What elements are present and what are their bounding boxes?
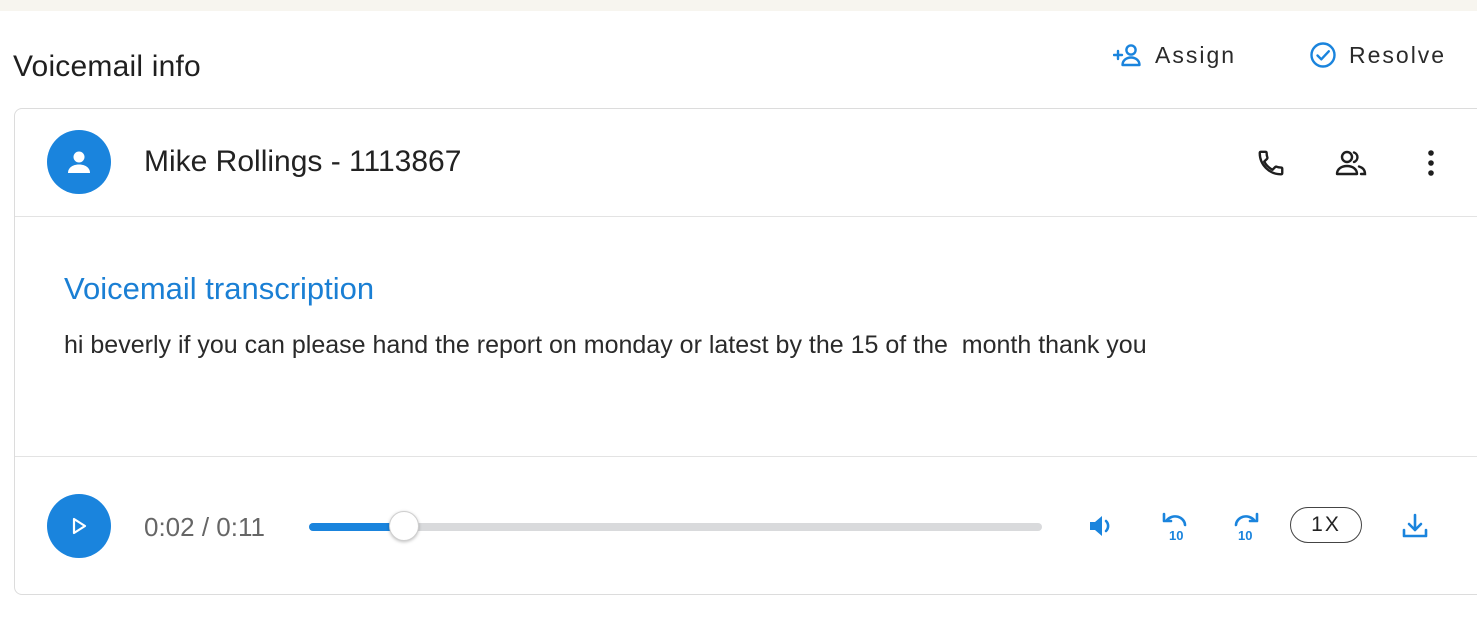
rewind-10-icon: 10 (1162, 512, 1187, 542)
resolve-button[interactable]: Resolve (1309, 38, 1446, 72)
playback-time: 0:02 / 0:11 (144, 512, 265, 542)
transcription-text: hi beverly if you can please hand the re… (64, 331, 1147, 359)
progress-track[interactable] (309, 511, 1042, 541)
transcription-title: Voicemail transcription (64, 271, 375, 306)
forward-10-button[interactable]: 10 (1229, 509, 1263, 543)
more-options-button[interactable] (1413, 145, 1449, 181)
playback-speed-button[interactable]: 1X (1290, 507, 1362, 543)
contacts-icon (1335, 150, 1367, 176)
resolve-label: Resolve (1349, 41, 1447, 68)
contact-header: Mike Rollings - 1113867 (15, 109, 1477, 217)
assign-label: Assign (1155, 41, 1237, 68)
contact-name: Mike Rollings - 1113867 (144, 145, 462, 178)
download-icon (1402, 513, 1428, 538)
check-circle-icon (1309, 41, 1337, 69)
assign-button[interactable]: Assign (1113, 38, 1236, 72)
add-person-icon (1113, 43, 1143, 67)
play-button[interactable] (47, 494, 111, 558)
voicemail-card: Mike Rollings - 1113867 Voicemail transc… (14, 108, 1477, 595)
forward-10-icon: 10 (1234, 512, 1259, 542)
progress-thumb[interactable] (389, 511, 420, 541)
more-vert-icon (1428, 150, 1434, 176)
contacts-button[interactable] (1333, 145, 1369, 181)
phone-icon (1258, 150, 1284, 176)
download-button[interactable] (1398, 509, 1432, 543)
person-icon (68, 151, 90, 173)
volume-button[interactable] (1085, 509, 1119, 543)
audio-player: 0:02 / 0:11 10 10 1X (15, 456, 1477, 597)
play-icon (72, 517, 87, 535)
call-button[interactable] (1253, 145, 1289, 181)
top-strip (0, 0, 1477, 11)
avatar (47, 130, 111, 194)
rewind-10-button[interactable]: 10 (1158, 509, 1192, 543)
page-title: Voicemail info (13, 50, 201, 83)
svg-text:10: 10 (1169, 528, 1183, 542)
svg-text:10: 10 (1238, 528, 1252, 542)
volume-icon (1090, 516, 1110, 536)
